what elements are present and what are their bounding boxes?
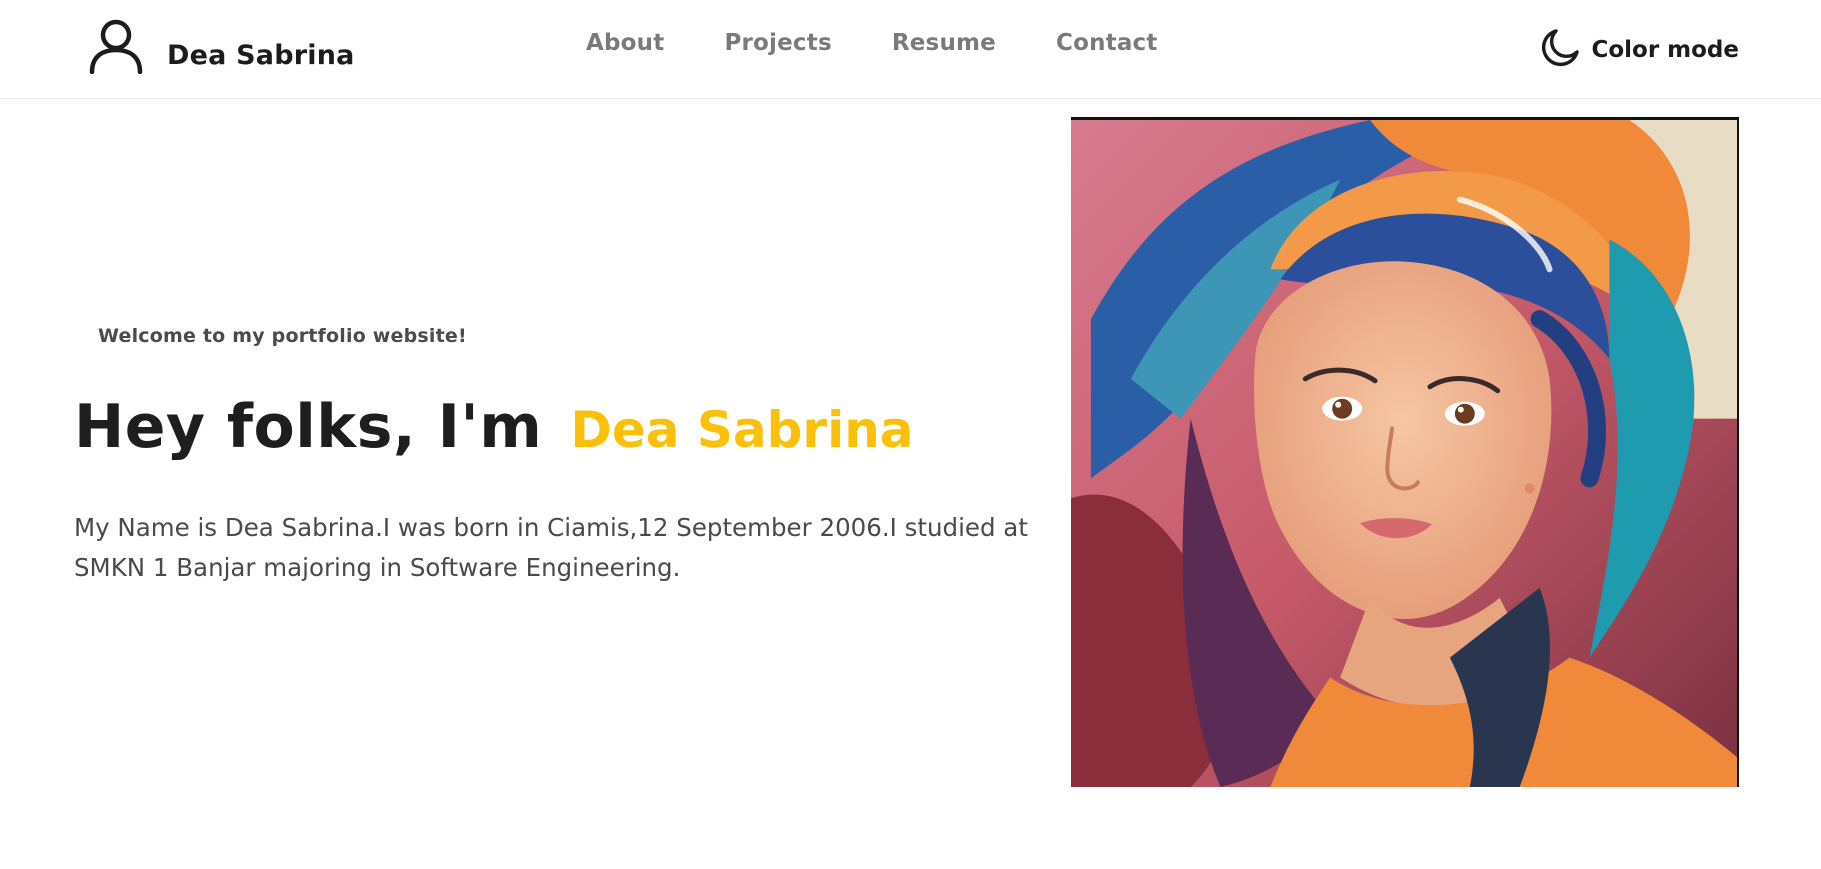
- nav-link-resume[interactable]: Resume: [892, 30, 996, 56]
- navbar: Dea Sabrina About Projects Resume Contac…: [0, 0, 1821, 99]
- headline-prefix: Hey folks, I'm: [74, 392, 543, 462]
- welcome-text: Welcome to my portfolio website!: [98, 325, 467, 347]
- brand-link[interactable]: Dea Sabrina: [89, 18, 355, 78]
- color-mode-toggle[interactable]: Color mode: [1539, 27, 1739, 73]
- portrait-image: [1071, 117, 1739, 787]
- bio-text: My Name is Dea Sabrina.I was born in Cia…: [74, 513, 1028, 582]
- color-mode-label: Color mode: [1591, 37, 1739, 63]
- nav-links: About Projects Resume Contact: [586, 30, 1218, 56]
- headline-name: Dea Sabrina: [570, 401, 914, 459]
- hero-headline: Hey folks, I'm Dea Sabrina: [74, 392, 914, 462]
- nav-link-contact[interactable]: Contact: [1056, 30, 1158, 56]
- brand-name: Dea Sabrina: [167, 39, 355, 71]
- nav-link-projects[interactable]: Projects: [724, 30, 831, 56]
- moon-icon: [1539, 27, 1581, 73]
- nav-link-about[interactable]: About: [586, 30, 664, 56]
- user-icon: [89, 18, 143, 78]
